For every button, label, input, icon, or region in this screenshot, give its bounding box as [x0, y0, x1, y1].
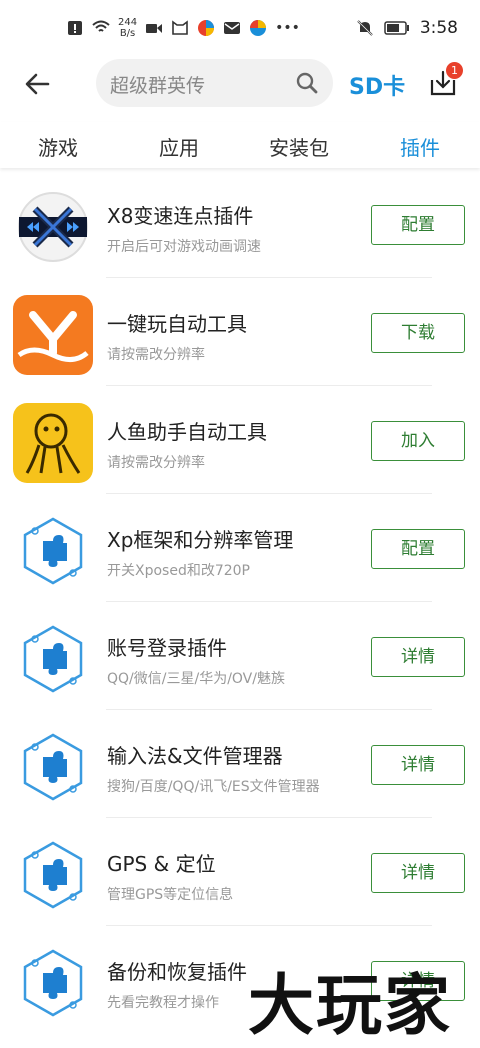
video-icon: [146, 24, 163, 33]
item-title: 一键玩自动工具: [107, 312, 247, 336]
details-button[interactable]: 详情: [371, 853, 465, 893]
cat-icon: [172, 20, 188, 35]
join-button[interactable]: 加入: [371, 421, 465, 461]
details-button[interactable]: 详情: [371, 745, 465, 785]
battery-icon: [384, 21, 409, 35]
wifi-icon: [92, 20, 110, 32]
item-title: Xp框架和分辨率管理: [107, 528, 294, 552]
back-arrow-icon[interactable]: [22, 68, 54, 100]
puzzle-hex-icon: [13, 511, 93, 591]
mute-bell-icon: [357, 20, 373, 36]
tab-games[interactable]: 游戏: [38, 132, 78, 161]
item-subtitle: 搜狗/百度/QQ/讯飞/ES文件管理器: [107, 779, 320, 795]
sd-card-button[interactable]: SD卡: [349, 69, 405, 101]
puzzle-hex-icon: [13, 619, 93, 699]
search-placeholder: 超级群英传: [110, 75, 206, 97]
more-dots-icon: •••: [275, 20, 300, 36]
message-icon: [224, 22, 241, 34]
list-item[interactable]: X8变速连点插件 开启后可对游戏动画调速 配置: [0, 170, 480, 278]
watermark-text: 大玩家: [248, 966, 452, 1044]
item-title: 账号登录插件: [107, 636, 227, 660]
speed-unit: B/s: [119, 28, 136, 39]
item-subtitle: QQ/微信/三星/华为/OV/魅族: [107, 671, 285, 687]
search-icon[interactable]: [295, 71, 319, 95]
speed-value: 244: [118, 17, 138, 28]
search-input[interactable]: 超级群英传: [96, 59, 333, 107]
puzzle-hex-icon: [13, 835, 93, 915]
clock: 3:58: [419, 18, 458, 38]
tab-apps[interactable]: 应用: [159, 132, 199, 161]
download-button[interactable]: 下载: [371, 313, 465, 353]
mermaid-icon: [13, 403, 93, 483]
item-subtitle: 请按需改分辨率: [107, 455, 205, 471]
alert-icon: [68, 21, 82, 35]
list-item[interactable]: Xp框架和分辨率管理 开关Xposed和改720P 配置: [0, 494, 480, 602]
network-speed: 244 B/s: [118, 17, 137, 39]
item-title: 备份和恢复插件: [107, 960, 247, 984]
puzzle-hex-icon: [13, 727, 93, 807]
details-button[interactable]: 详情: [371, 637, 465, 677]
download-badge: 1: [446, 62, 463, 79]
item-subtitle: 管理GPS等定位信息: [107, 887, 234, 903]
status-left: 244 B/s •••: [66, 16, 300, 40]
status-bar: 244 B/s ••• 3:58: [0, 0, 480, 56]
puzzle-hex-icon: [13, 943, 93, 1023]
list-item[interactable]: GPS & 定位 管理GPS等定位信息 详情: [0, 818, 480, 926]
item-title: 人鱼助手自动工具: [107, 420, 267, 444]
list-item[interactable]: 人鱼助手自动工具 请按需改分辨率 加入: [0, 386, 480, 494]
item-subtitle: 先看完教程才操作: [107, 995, 219, 1011]
configure-button[interactable]: 配置: [371, 529, 465, 569]
y-orange-icon: [13, 295, 93, 375]
app-color-icon: [198, 20, 215, 36]
status-right: 3:58: [356, 16, 458, 40]
list-item[interactable]: 账号登录插件 QQ/微信/三星/华为/OV/魅族 详情: [0, 602, 480, 710]
item-title: GPS & 定位: [107, 852, 216, 876]
tab-bar: 游戏 应用 安装包 插件: [0, 122, 480, 168]
tab-plugins[interactable]: 插件: [400, 132, 440, 161]
top-bar: 超级群英传 SD卡 1: [0, 56, 480, 118]
tab-packages[interactable]: 安装包: [269, 132, 329, 161]
list-item[interactable]: 一键玩自动工具 请按需改分辨率 下载: [0, 278, 480, 386]
x8-icon: [13, 187, 93, 267]
item-subtitle: 请按需改分辨率: [107, 347, 205, 363]
item-subtitle: 开启后可对游戏动画调速: [107, 239, 261, 255]
configure-button[interactable]: 配置: [371, 205, 465, 245]
item-title: X8变速连点插件: [107, 204, 254, 228]
list-item[interactable]: 输入法&文件管理器 搜狗/百度/QQ/讯飞/ES文件管理器 详情: [0, 710, 480, 818]
item-subtitle: 开关Xposed和改720P: [107, 563, 251, 579]
app-color-icon-2: [250, 20, 267, 36]
item-title: 输入法&文件管理器: [107, 744, 283, 768]
